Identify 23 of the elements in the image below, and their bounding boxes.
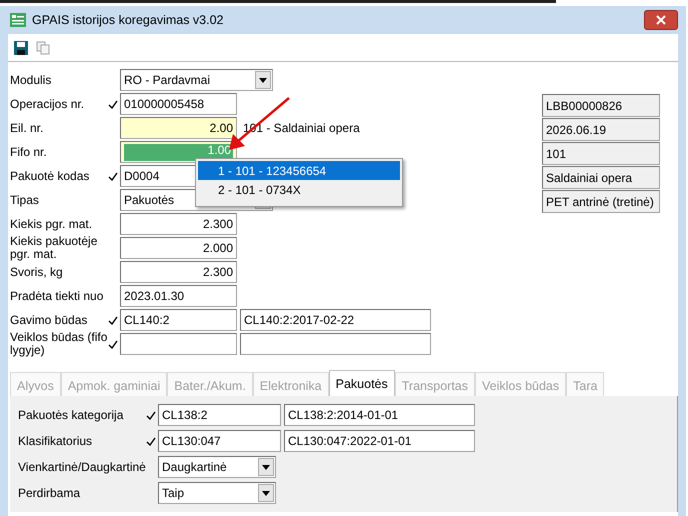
info-field: LBB00000826 <box>542 94 660 117</box>
field-label: Klasifikatorius <box>18 434 94 448</box>
window-title: GPAIS istorijos koregavimas v3.02 <box>32 12 224 29</box>
field-label: Pradėta tiekti nuo <box>10 290 104 302</box>
info-field: 2026.06.19 <box>542 118 660 141</box>
field-label: Perdirbama <box>18 486 82 500</box>
field-label: Operacijos nr. <box>10 98 86 110</box>
field-label: Svoris, kg <box>10 266 64 278</box>
field-label: Fifo nr. <box>10 146 48 158</box>
field-label: Veiklos būdas (fifo lygyje) <box>10 331 108 357</box>
field-label: Pakuotės kategorija <box>18 408 124 422</box>
field-label: Pakuotė kodas <box>10 170 90 182</box>
info-field: Saldainiai opera <box>542 166 660 189</box>
info-field: 101 <box>542 142 660 165</box>
field-label: Modulis <box>10 74 52 86</box>
info-field: PET antrinė (tretinė) <box>542 190 660 213</box>
field-label: Kiekis pakuotėje pgr. mat. <box>10 235 98 261</box>
field-label: Kiekis pgr. mat. <box>10 218 94 230</box>
field-label: Eil. nr. <box>10 122 44 134</box>
field-label: Gavimo būdas <box>10 314 88 326</box>
field-label: Vienkartinė/Daugkartinė <box>18 460 146 474</box>
field-label: Tipas <box>10 194 40 206</box>
selected-text: 1.00 <box>124 144 233 161</box>
